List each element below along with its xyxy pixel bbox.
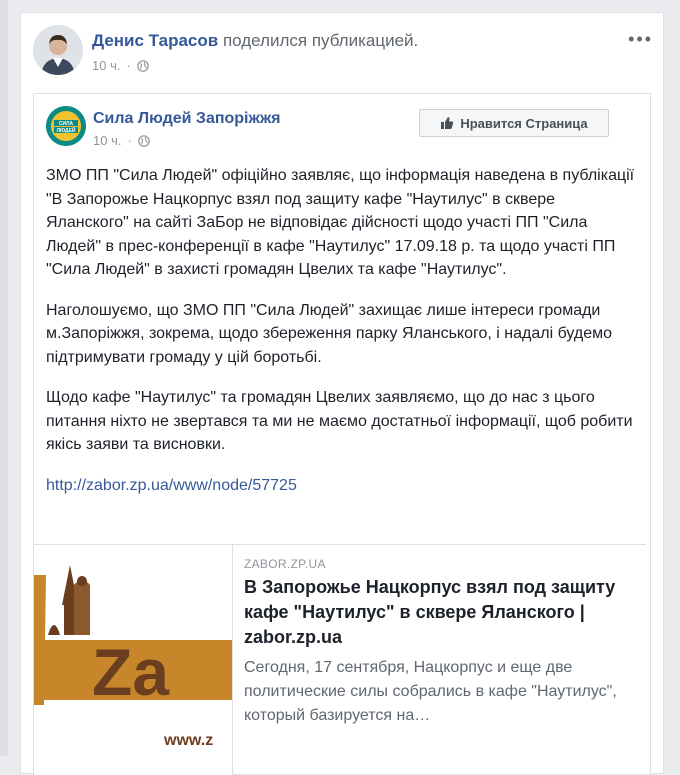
page-logo[interactable]: СИЛА ЛЮДЕЙ [46,106,86,146]
like-page-button[interactable]: Нравится Страница [419,109,609,137]
link-preview-domain: ZABOR.ZP.UA [244,557,326,571]
thumbs-up-icon [441,117,454,129]
preview-image-logo-text: Za [92,635,170,709]
post-link[interactable]: http://zabor.zp.ua/www/node/57725 [46,477,297,494]
feed-post: Денис Тарасов поделился публикацией. 10 … [20,12,664,775]
like-page-label: Нравится Страница [460,115,588,131]
shared-post-meta: 10 ч. · [93,133,150,148]
link-preview-description: Сегодня, 17 сентября, Нацкорпус и еще дв… [244,659,617,724]
author-name[interactable]: Денис Тарасов [92,31,218,50]
post-header: Денис Тарасов поделился публикацией. [92,30,418,52]
post-meta: 10 ч. · [92,58,149,73]
logo-text-bottom: ЛЮДЕЙ [56,126,75,134]
link-preview[interactable]: Za www.z ZABOR.ZP.UA В Запорожье Нацкорп… [34,544,646,775]
post-timestamp[interactable]: 10 ч. [92,58,120,73]
preview-image-url-text: www.z [163,732,213,749]
share-action-text: поделился публикацией. [222,31,419,50]
page-name[interactable]: Сила Людей Запоріжжя [93,110,281,128]
post-paragraph: ЗМО ПП "Сила Людей" офіційно заявляє, що… [46,167,635,278]
post-paragraph: Щодо кафе "Наутилус" та громадян Цвелих … [46,389,633,453]
globe-icon[interactable] [137,59,149,72]
logo-text-top: СИЛА [59,121,74,127]
author-avatar[interactable] [33,25,83,75]
link-preview-body[interactable]: ZABOR.ZP.UA В Запорожье Нацкорпус взял п… [244,557,639,728]
globe-icon[interactable] [138,134,150,147]
shared-post-timestamp[interactable]: 10 ч. [93,133,121,148]
post-body: ЗМО ПП "Сила Людей" офіційно заявляє, що… [46,164,641,514]
link-preview-title[interactable]: В Запорожье Нацкорпус взял под защиту ка… [244,575,639,650]
link-preview-image[interactable]: Za www.z [34,545,233,775]
left-column-edge [0,0,8,756]
post-paragraph: Наголошуємо, що ЗМО ПП "Сила Людей" захи… [46,301,612,366]
shared-post: СИЛА ЛЮДЕЙ Сила Людей Запоріжжя 10 ч. · … [33,93,651,775]
more-options-icon[interactable]: ••• [628,29,653,50]
